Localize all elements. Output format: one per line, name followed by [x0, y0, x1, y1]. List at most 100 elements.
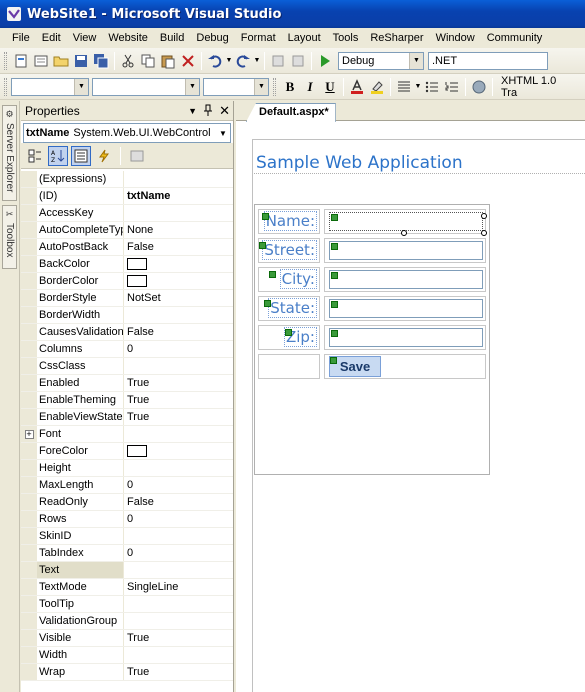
property-row[interactable]: Width — [21, 647, 233, 664]
property-row[interactable]: TabIndex 0 — [21, 545, 233, 562]
resize-handle[interactable] — [481, 213, 487, 219]
paste-icon[interactable] — [158, 51, 178, 71]
font-size-select[interactable]: ▼ — [203, 77, 269, 96]
font-name-select[interactable]: ▼ — [92, 77, 200, 96]
chevron-down-icon[interactable]: ▼ — [225, 51, 233, 71]
chevron-down-icon[interactable]: ▼ — [185, 78, 199, 95]
underline-icon[interactable]: U — [320, 77, 340, 97]
zip-textbox[interactable] — [329, 328, 483, 347]
property-row[interactable]: Text — [21, 562, 233, 579]
property-row[interactable]: Height — [21, 460, 233, 477]
menu-community[interactable]: Community — [481, 29, 549, 47]
chevron-down-icon[interactable]: ▼ — [254, 78, 268, 95]
menu-view[interactable]: View — [67, 29, 103, 47]
save-icon[interactable] — [71, 51, 91, 71]
property-row[interactable]: Enabled True — [21, 375, 233, 392]
property-value[interactable] — [124, 613, 233, 629]
foreground-color-icon[interactable] — [347, 77, 367, 97]
property-value[interactable] — [124, 273, 233, 289]
tab-default-aspx[interactable]: Default.aspx* — [246, 103, 336, 122]
street-textbox[interactable] — [329, 241, 483, 260]
property-value[interactable] — [124, 358, 233, 374]
chevron-down-icon[interactable]: ▼ — [253, 51, 261, 71]
property-row[interactable]: (Expressions) — [21, 171, 233, 188]
property-value[interactable] — [124, 426, 233, 442]
property-pages-icon[interactable] — [127, 146, 147, 166]
property-value[interactable]: True — [124, 664, 233, 680]
events-icon[interactable] — [94, 146, 114, 166]
auto-hide-pin-icon[interactable] — [203, 104, 213, 119]
property-value[interactable]: SingleLine — [124, 579, 233, 595]
property-value[interactable] — [124, 647, 233, 663]
property-value[interactable]: 0 — [124, 511, 233, 527]
object-select[interactable]: txtName System.Web.UI.WebControl ▼ — [23, 123, 231, 143]
property-row[interactable]: TextMode SingleLine — [21, 579, 233, 596]
property-row[interactable]: Columns 0 — [21, 341, 233, 358]
menu-file[interactable]: File — [6, 29, 36, 47]
property-value[interactable]: False — [124, 239, 233, 255]
redo-icon[interactable] — [233, 51, 253, 71]
menu-format[interactable]: Format — [235, 29, 282, 47]
categorized-icon[interactable] — [25, 146, 45, 166]
state-textbox[interactable] — [329, 299, 483, 318]
property-value[interactable]: 0 — [124, 341, 233, 357]
expand-icon[interactable]: + — [24, 429, 34, 439]
property-row[interactable]: ForeColor — [21, 443, 233, 460]
property-row[interactable]: Wrap True — [21, 664, 233, 681]
new-project-icon[interactable] — [11, 51, 31, 71]
menu-resharper[interactable]: ReSharper — [364, 29, 429, 47]
property-row[interactable]: ValidationGroup — [21, 613, 233, 630]
start-debugging-icon[interactable] — [315, 51, 335, 71]
property-row[interactable]: + Font — [21, 426, 233, 443]
chevron-down-icon[interactable]: ▼ — [74, 78, 88, 95]
property-row[interactable]: ToolTip — [21, 596, 233, 613]
property-row[interactable]: Visible True — [21, 630, 233, 647]
property-row[interactable]: BackColor — [21, 256, 233, 273]
property-value[interactable] — [124, 307, 233, 323]
copy-icon[interactable] — [138, 51, 158, 71]
save-all-icon[interactable] — [91, 51, 111, 71]
chevron-down-icon[interactable]: ▼ — [217, 125, 229, 141]
undo-icon[interactable] — [205, 51, 225, 71]
property-value[interactable] — [124, 443, 233, 459]
italic-icon[interactable]: I — [300, 77, 320, 97]
add-item-icon[interactable] — [31, 51, 51, 71]
property-value[interactable] — [124, 256, 233, 272]
resize-handle[interactable] — [401, 230, 407, 236]
menu-tools[interactable]: Tools — [327, 29, 365, 47]
form-table[interactable]: Name: Street: City: State: Zip: Save — [254, 204, 490, 475]
city-textbox[interactable] — [329, 270, 483, 289]
property-row[interactable]: CausesValidation False — [21, 324, 233, 341]
menu-debug[interactable]: Debug — [190, 29, 234, 47]
platform-select[interactable]: .NET — [428, 51, 548, 70]
toolbar-grip[interactable] — [4, 51, 7, 70]
menu-website[interactable]: Website — [102, 29, 154, 47]
property-value[interactable]: 0 — [124, 545, 233, 561]
property-row[interactable]: MaxLength 0 — [21, 477, 233, 494]
property-row[interactable]: AccessKey — [21, 205, 233, 222]
hyperlink-icon[interactable] — [469, 77, 489, 97]
navigate-backward-icon[interactable] — [268, 51, 288, 71]
background-color-icon[interactable] — [367, 77, 387, 97]
bold-icon[interactable]: B — [280, 77, 300, 97]
property-row[interactable]: EnableViewState True — [21, 409, 233, 426]
property-value[interactable]: True — [124, 392, 233, 408]
property-value[interactable]: txtName — [124, 188, 233, 204]
property-value[interactable]: 0 — [124, 477, 233, 493]
property-value[interactable] — [124, 562, 233, 578]
menu-layout[interactable]: Layout — [282, 29, 327, 47]
property-row[interactable]: BorderStyle NotSet — [21, 290, 233, 307]
property-row[interactable]: CssClass — [21, 358, 233, 375]
justify-icon[interactable] — [394, 77, 414, 97]
property-value[interactable]: True — [124, 409, 233, 425]
toolbar-grip[interactable] — [4, 77, 7, 96]
property-value[interactable]: NotSet — [124, 290, 233, 306]
target-schema-select[interactable]: XHTML 1.0 Tra — [498, 75, 570, 99]
property-value[interactable]: True — [124, 630, 233, 646]
open-folder-icon[interactable] — [51, 51, 71, 71]
property-row[interactable]: SkinID — [21, 528, 233, 545]
menu-build[interactable]: Build — [154, 29, 190, 47]
solution-configuration-select[interactable]: Debug ▼ — [338, 51, 424, 70]
name-textbox[interactable] — [329, 212, 483, 231]
properties-view-icon[interactable] — [71, 145, 91, 166]
